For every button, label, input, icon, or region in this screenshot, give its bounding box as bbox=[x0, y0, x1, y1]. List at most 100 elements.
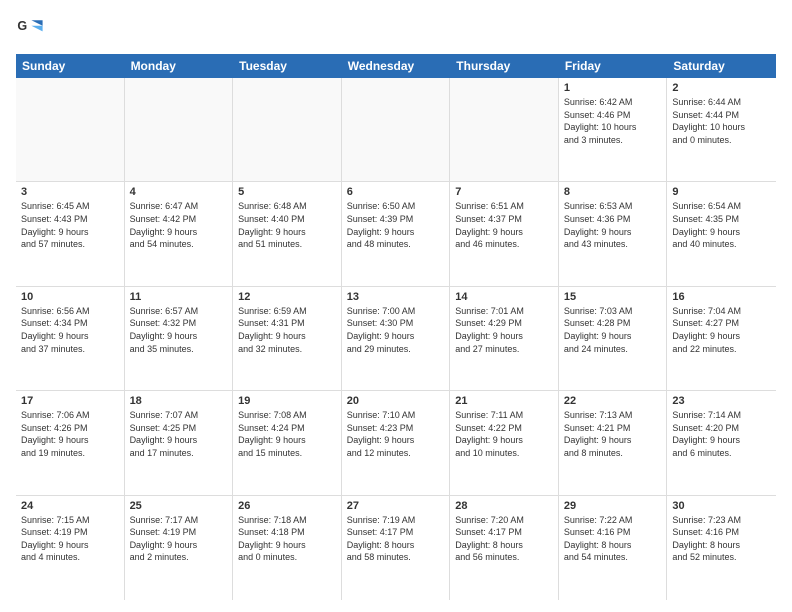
day-info: Sunrise: 7:14 AM Sunset: 4:20 PM Dayligh… bbox=[672, 409, 771, 459]
header-day-tuesday: Tuesday bbox=[233, 54, 342, 78]
day-number: 5 bbox=[238, 186, 336, 198]
day-cell-14: 14 Sunrise: 7:01 AM Sunset: 4:29 PM Dayli… bbox=[450, 287, 559, 390]
day-cell-28: 28 Sunrise: 7:20 AM Sunset: 4:17 PM Dayli… bbox=[450, 496, 559, 600]
day-number: 25 bbox=[130, 500, 228, 512]
day-info: Sunrise: 7:04 AM Sunset: 4:27 PM Dayligh… bbox=[672, 305, 771, 355]
day-cell-21: 21 Sunrise: 7:11 AM Sunset: 4:22 PM Dayli… bbox=[450, 391, 559, 494]
day-info: Sunrise: 6:59 AM Sunset: 4:31 PM Dayligh… bbox=[238, 305, 336, 355]
day-info: Sunrise: 7:20 AM Sunset: 4:17 PM Dayligh… bbox=[455, 514, 553, 564]
empty-cell bbox=[233, 78, 342, 181]
empty-cell bbox=[125, 78, 234, 181]
day-cell-5: 5 Sunrise: 6:48 AM Sunset: 4:40 PM Daylig… bbox=[233, 182, 342, 285]
day-cell-12: 12 Sunrise: 6:59 AM Sunset: 4:31 PM Dayli… bbox=[233, 287, 342, 390]
day-info: Sunrise: 7:15 AM Sunset: 4:19 PM Dayligh… bbox=[21, 514, 119, 564]
day-number: 9 bbox=[672, 186, 771, 198]
day-cell-17: 17Sunrise: 7:06 AM Sunset: 4:26 PM Dayli… bbox=[16, 391, 125, 494]
day-cell-23: 23 Sunrise: 7:14 AM Sunset: 4:20 PM Dayli… bbox=[667, 391, 776, 494]
day-info: Sunrise: 7:07 AM Sunset: 4:25 PM Dayligh… bbox=[130, 409, 228, 459]
day-cell-10: 10 Sunrise: 6:56 AM Sunset: 4:34 PM Dayli… bbox=[16, 287, 125, 390]
calendar-body: 1 Sunrise: 6:42 AM Sunset: 4:46 PM Daylig… bbox=[16, 78, 776, 600]
day-cell-11: 11Sunrise: 6:57 AM Sunset: 4:32 PM Dayli… bbox=[125, 287, 234, 390]
day-info: Sunrise: 6:45 AM Sunset: 4:43 PM Dayligh… bbox=[21, 200, 119, 250]
day-info: Sunrise: 7:19 AM Sunset: 4:17 PM Dayligh… bbox=[347, 514, 445, 564]
day-cell-7: 7Sunrise: 6:51 AM Sunset: 4:37 PM Daylig… bbox=[450, 182, 559, 285]
header-day-wednesday: Wednesday bbox=[342, 54, 451, 78]
day-info: Sunrise: 7:08 AM Sunset: 4:24 PM Dayligh… bbox=[238, 409, 336, 459]
day-info: Sunrise: 6:56 AM Sunset: 4:34 PM Dayligh… bbox=[21, 305, 119, 355]
day-info: Sunrise: 7:17 AM Sunset: 4:19 PM Dayligh… bbox=[130, 514, 228, 564]
day-number: 27 bbox=[347, 500, 445, 512]
day-info: Sunrise: 7:11 AM Sunset: 4:22 PM Dayligh… bbox=[455, 409, 553, 459]
day-cell-19: 19 Sunrise: 7:08 AM Sunset: 4:24 PM Dayli… bbox=[233, 391, 342, 494]
header-day-saturday: Saturday bbox=[667, 54, 776, 78]
day-number: 4 bbox=[130, 186, 228, 198]
day-info: Sunrise: 6:42 AM Sunset: 4:46 PM Dayligh… bbox=[564, 96, 662, 146]
day-number: 12 bbox=[238, 291, 336, 303]
day-number: 6 bbox=[347, 186, 445, 198]
day-number: 3 bbox=[21, 186, 119, 198]
day-cell-27: 27 Sunrise: 7:19 AM Sunset: 4:17 PM Dayli… bbox=[342, 496, 451, 600]
calendar-row-3: 10 Sunrise: 6:56 AM Sunset: 4:34 PM Dayli… bbox=[16, 287, 776, 391]
day-number: 10 bbox=[21, 291, 119, 303]
day-number: 18 bbox=[130, 395, 228, 407]
day-info: Sunrise: 6:48 AM Sunset: 4:40 PM Dayligh… bbox=[238, 200, 336, 250]
day-cell-25: 25 Sunrise: 7:17 AM Sunset: 4:19 PM Dayli… bbox=[125, 496, 234, 600]
day-number: 21 bbox=[455, 395, 553, 407]
day-info: Sunrise: 6:57 AM Sunset: 4:32 PM Dayligh… bbox=[130, 305, 228, 355]
header-day-friday: Friday bbox=[559, 54, 668, 78]
day-info: Sunrise: 6:54 AM Sunset: 4:35 PM Dayligh… bbox=[672, 200, 771, 250]
day-info: Sunrise: 6:44 AM Sunset: 4:44 PM Dayligh… bbox=[672, 96, 771, 146]
calendar-row-1: 1 Sunrise: 6:42 AM Sunset: 4:46 PM Daylig… bbox=[16, 78, 776, 182]
day-info: Sunrise: 7:22 AM Sunset: 4:16 PM Dayligh… bbox=[564, 514, 662, 564]
day-number: 16 bbox=[672, 291, 771, 303]
day-number: 8 bbox=[564, 186, 662, 198]
calendar-row-4: 17Sunrise: 7:06 AM Sunset: 4:26 PM Dayli… bbox=[16, 391, 776, 495]
day-cell-20: 20 Sunrise: 7:10 AM Sunset: 4:23 PM Dayli… bbox=[342, 391, 451, 494]
day-number: 23 bbox=[672, 395, 771, 407]
day-cell-29: 29Sunrise: 7:22 AM Sunset: 4:16 PM Dayli… bbox=[559, 496, 668, 600]
day-cell-2: 2 Sunrise: 6:44 AM Sunset: 4:44 PM Daylig… bbox=[667, 78, 776, 181]
day-number: 17 bbox=[21, 395, 119, 407]
header-day-thursday: Thursday bbox=[450, 54, 559, 78]
day-cell-26: 26 Sunrise: 7:18 AM Sunset: 4:18 PM Dayli… bbox=[233, 496, 342, 600]
day-cell-16: 16 Sunrise: 7:04 AM Sunset: 4:27 PM Dayli… bbox=[667, 287, 776, 390]
day-cell-13: 13Sunrise: 7:00 AM Sunset: 4:30 PM Dayli… bbox=[342, 287, 451, 390]
header: G bbox=[16, 12, 776, 44]
header-day-sunday: Sunday bbox=[16, 54, 125, 78]
day-number: 28 bbox=[455, 500, 553, 512]
day-cell-22: 22Sunrise: 7:13 AM Sunset: 4:21 PM Dayli… bbox=[559, 391, 668, 494]
day-number: 1 bbox=[564, 82, 662, 94]
day-cell-18: 18 Sunrise: 7:07 AM Sunset: 4:25 PM Dayli… bbox=[125, 391, 234, 494]
day-info: Sunrise: 7:13 AM Sunset: 4:21 PM Dayligh… bbox=[564, 409, 662, 459]
day-info: Sunrise: 7:01 AM Sunset: 4:29 PM Dayligh… bbox=[455, 305, 553, 355]
day-info: Sunrise: 7:18 AM Sunset: 4:18 PM Dayligh… bbox=[238, 514, 336, 564]
calendar: SundayMondayTuesdayWednesdayThursdayFrid… bbox=[16, 54, 776, 600]
calendar-row-2: 3 Sunrise: 6:45 AM Sunset: 4:43 PM Daylig… bbox=[16, 182, 776, 286]
day-cell-8: 8 Sunrise: 6:53 AM Sunset: 4:36 PM Daylig… bbox=[559, 182, 668, 285]
day-number: 20 bbox=[347, 395, 445, 407]
day-cell-30: 30 Sunrise: 7:23 AM Sunset: 4:16 PM Dayli… bbox=[667, 496, 776, 600]
day-info: Sunrise: 7:03 AM Sunset: 4:28 PM Dayligh… bbox=[564, 305, 662, 355]
empty-cell bbox=[16, 78, 125, 181]
day-cell-4: 4Sunrise: 6:47 AM Sunset: 4:42 PM Daylig… bbox=[125, 182, 234, 285]
logo: G bbox=[16, 16, 46, 44]
day-number: 26 bbox=[238, 500, 336, 512]
day-number: 15 bbox=[564, 291, 662, 303]
day-number: 30 bbox=[672, 500, 771, 512]
empty-cell bbox=[342, 78, 451, 181]
day-info: Sunrise: 7:00 AM Sunset: 4:30 PM Dayligh… bbox=[347, 305, 445, 355]
day-number: 14 bbox=[455, 291, 553, 303]
day-cell-15: 15 Sunrise: 7:03 AM Sunset: 4:28 PM Dayli… bbox=[559, 287, 668, 390]
day-info: Sunrise: 7:23 AM Sunset: 4:16 PM Dayligh… bbox=[672, 514, 771, 564]
day-number: 2 bbox=[672, 82, 771, 94]
day-cell-1: 1 Sunrise: 6:42 AM Sunset: 4:46 PM Daylig… bbox=[559, 78, 668, 181]
day-cell-9: 9 Sunrise: 6:54 AM Sunset: 4:35 PM Daylig… bbox=[667, 182, 776, 285]
day-number: 24 bbox=[21, 500, 119, 512]
day-cell-3: 3 Sunrise: 6:45 AM Sunset: 4:43 PM Daylig… bbox=[16, 182, 125, 285]
day-cell-6: 6Sunrise: 6:50 AM Sunset: 4:39 PM Daylig… bbox=[342, 182, 451, 285]
day-info: Sunrise: 7:10 AM Sunset: 4:23 PM Dayligh… bbox=[347, 409, 445, 459]
day-number: 19 bbox=[238, 395, 336, 407]
day-info: Sunrise: 6:53 AM Sunset: 4:36 PM Dayligh… bbox=[564, 200, 662, 250]
calendar-header: SundayMondayTuesdayWednesdayThursdayFrid… bbox=[16, 54, 776, 78]
header-day-monday: Monday bbox=[125, 54, 234, 78]
